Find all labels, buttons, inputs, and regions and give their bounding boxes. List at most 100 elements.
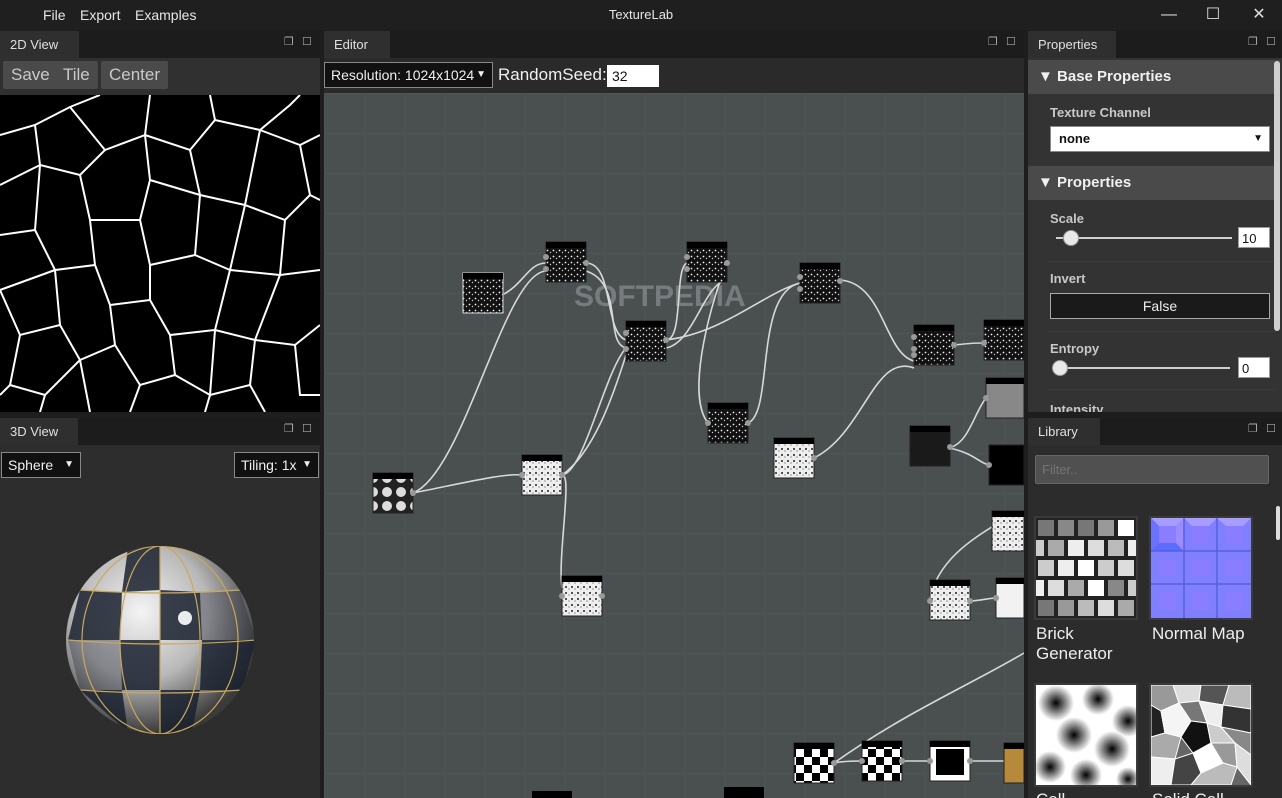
cell-thumbnail [1034, 683, 1144, 791]
invert-toggle-button[interactable]: False [1050, 293, 1270, 319]
maximize-panel-icon[interactable]: ☐ [1266, 35, 1276, 48]
library-panel: Library ❐ ☐ Brick Generator [1028, 418, 1282, 798]
texture-channel-value: none [1059, 131, 1091, 146]
scale-input[interactable]: 10 [1238, 227, 1270, 248]
undock-icon[interactable]: ❐ [988, 35, 998, 48]
maximize-panel-icon[interactable]: ☐ [1006, 35, 1016, 48]
scale-slider-track[interactable] [1056, 237, 1232, 239]
close-button[interactable]: ✕ [1247, 4, 1271, 26]
graph-node[interactable] [1003, 742, 1024, 784]
title-bar: File Export Examples TextureLab — ☐ ✕ [0, 0, 1282, 30]
library-item-cell[interactable] [1034, 683, 1144, 791]
solid-cell-thumbnail [1150, 684, 1252, 787]
texture-channel-label: Texture Channel [1050, 105, 1151, 120]
chevron-down-icon: ▼ [1253, 133, 1263, 144]
tab-editor[interactable]: Editor [324, 31, 390, 58]
graph-node[interactable] [559, 575, 605, 617]
tab-library[interactable]: Library [1028, 418, 1100, 445]
graph-node[interactable] [793, 742, 837, 784]
watermark-text: SOFTPEDIA [574, 280, 746, 313]
graph-node[interactable] [983, 377, 1024, 419]
center-button[interactable]: Center [101, 61, 169, 89]
graph-node[interactable] [911, 324, 957, 366]
graph-node[interactable] [684, 241, 730, 283]
tab-properties[interactable]: Properties [1028, 31, 1116, 58]
entropy-input[interactable]: 0 [1238, 357, 1270, 378]
node-graph-canvas[interactable]: SOFTPEDIA [324, 93, 1024, 798]
random-seed-input[interactable]: 32 [607, 65, 659, 87]
graph-node[interactable] [372, 472, 416, 514]
invert-label: Invert [1050, 271, 1086, 286]
view-3d-header: 3D View ❐ ☐ [0, 418, 320, 445]
brick-generator-thumbnail [1028, 518, 1146, 618]
maximize-panel-icon[interactable]: ☐ [1266, 422, 1276, 435]
properties-panel: Properties ❐ ☐ ▼ Base Properties Texture… [1028, 31, 1282, 412]
resolution-select-value: Resolution: 1024x1024 [331, 67, 475, 83]
chevron-down-icon: ▼ [64, 459, 74, 470]
library-item-label: Brick Generator [1036, 624, 1113, 663]
app-title: TextureLab [608, 7, 674, 22]
library-item-solid-cell[interactable] [1149, 683, 1253, 787]
divider [1048, 389, 1276, 390]
texture-channel-select[interactable]: none ▼ [1050, 126, 1270, 152]
graph-node[interactable] [623, 320, 669, 362]
sphere-preview-3d[interactable] [60, 540, 260, 740]
graph-node[interactable] [859, 740, 905, 782]
graph-node[interactable] [462, 272, 504, 314]
undock-icon[interactable]: ❐ [1248, 35, 1258, 48]
maximize-button[interactable]: ☐ [1201, 4, 1225, 26]
scale-slider-knob[interactable] [1062, 230, 1079, 246]
graph-node[interactable] [986, 444, 1024, 486]
entropy-slider-track[interactable] [1058, 367, 1230, 369]
library-filter-input[interactable] [1035, 455, 1269, 484]
tab-2d-view[interactable]: 2D View [0, 31, 79, 58]
graph-node[interactable] [705, 402, 751, 444]
tab-3d-view[interactable]: 3D View [0, 418, 78, 445]
texture-preview-2d[interactable] [0, 95, 320, 412]
library-item-brick-generator[interactable] [1028, 516, 1146, 620]
graph-node[interactable] [991, 510, 1024, 552]
library-item-label: Solid Cell [1152, 790, 1224, 798]
tiling-select-value: Tiling: 1x [241, 457, 297, 473]
save-button[interactable]: Save [3, 61, 58, 89]
editor-panel: Editor ❐ ☐ Resolution: 1024x1024 ▼ Random… [324, 31, 1024, 798]
tiling-select[interactable]: Tiling: 1x ▼ [234, 452, 319, 478]
chevron-down-icon: ▼ [302, 459, 312, 470]
entropy-label: Entropy [1050, 341, 1100, 356]
properties-section[interactable]: ▼ Properties [1028, 166, 1280, 200]
random-seed-label: RandomSeed: [498, 65, 607, 84]
undock-icon[interactable]: ❐ [284, 422, 294, 435]
shape-select[interactable]: Sphere ▼ [1, 452, 81, 478]
library-item-normal-map[interactable] [1149, 516, 1253, 620]
chevron-down-icon: ▼ [476, 69, 486, 80]
divider [1048, 261, 1276, 262]
graph-node[interactable] [797, 262, 843, 304]
resolution-select[interactable]: Resolution: 1024x1024 ▼ [324, 62, 493, 88]
divider [1048, 331, 1276, 332]
graph-node[interactable] [519, 454, 565, 496]
maximize-panel-icon[interactable]: ☐ [302, 422, 312, 435]
graph-node[interactable] [993, 577, 1024, 619]
graph-node[interactable] [773, 437, 817, 479]
view-3d-panel: 3D View ❐ ☐ Sphere ▼ Tiling: 1x ▼ [0, 418, 320, 798]
undock-icon[interactable]: ❐ [1248, 422, 1258, 435]
properties-header: Properties ❐ ☐ [1028, 31, 1282, 58]
library-header: Library ❐ ☐ [1028, 418, 1282, 445]
graph-node[interactable] [909, 425, 953, 467]
library-item-label: Normal Map [1152, 624, 1245, 643]
undock-icon[interactable]: ❐ [284, 35, 294, 48]
library-scrollbar[interactable] [1276, 506, 1280, 540]
minimize-button[interactable]: — [1157, 4, 1181, 26]
base-properties-section[interactable]: ▼ Base Properties [1028, 60, 1280, 94]
intensity-label: Intensity [1050, 402, 1104, 412]
graph-node[interactable] [981, 319, 1024, 361]
library-item-label: Cell [1036, 790, 1065, 798]
maximize-panel-icon[interactable]: ☐ [302, 35, 312, 48]
graph-node[interactable] [927, 740, 973, 782]
properties-scrollbar[interactable] [1274, 61, 1280, 331]
view-2d-panel: 2D View ❐ ☐ Save Tile Center [0, 31, 320, 412]
graph-node[interactable] [543, 241, 589, 283]
tile-button[interactable]: Tile [55, 61, 98, 89]
graph-node[interactable] [927, 579, 973, 621]
entropy-slider-knob[interactable] [1052, 360, 1068, 376]
